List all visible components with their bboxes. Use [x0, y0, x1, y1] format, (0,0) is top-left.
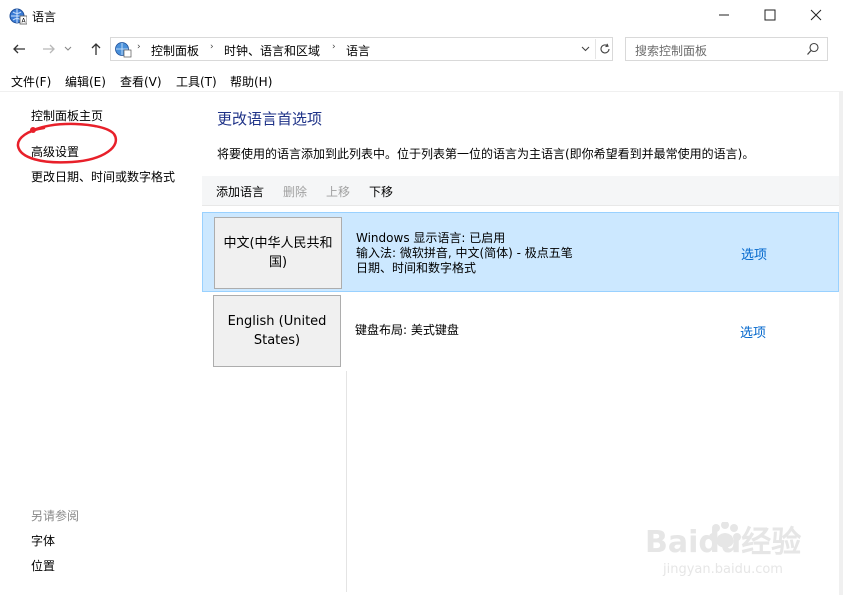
address-history-button[interactable] [577, 41, 593, 57]
search-input[interactable]: 搜索控制面板 [625, 37, 828, 61]
address-row: › 控制面板 › 时钟、语言和区域 › 语言 搜索控制面板 [0, 32, 843, 66]
language-details: 键盘布局: 美式键盘 [355, 323, 459, 338]
watermark-url: jingyan.baidu.com [662, 562, 783, 577]
search-icon[interactable] [806, 42, 820, 56]
window-title: 语言 [32, 10, 57, 24]
baidu-jingyan-watermark: Baidu经验 jingyan.baidu.com [645, 522, 801, 577]
language-options-link[interactable]: 选项 [740, 322, 766, 341]
move-up-button[interactable]: 上移 [326, 183, 350, 200]
close-icon [810, 9, 822, 21]
breadcrumb-language[interactable]: 语言 [346, 42, 370, 59]
menu-edit[interactable]: 编辑(E) [65, 73, 106, 90]
maximize-icon [764, 9, 776, 21]
chevron-down-icon [64, 46, 72, 51]
control-panel-icon [115, 42, 132, 58]
up-button[interactable] [86, 39, 106, 59]
red-circle-annotation [16, 122, 117, 164]
language-detail-line: 键盘布局: 美式键盘 [355, 323, 459, 337]
close-button[interactable] [793, 0, 839, 30]
breadcrumb-separator-icon[interactable]: › [332, 42, 336, 52]
language-name-tile[interactable]: English (United States) [213, 295, 341, 367]
chevron-down-icon [581, 46, 589, 52]
breadcrumb-separator-icon[interactable]: › [210, 42, 214, 52]
maximize-button[interactable] [747, 0, 793, 30]
fonts-link[interactable]: 字体 [31, 532, 55, 549]
language-details: Windows 显示语言: 已启用 输入法: 微软拼音, 中文(简体) - 极点… [356, 231, 573, 276]
menu-bar: 文件(F) 编辑(E) 查看(V) 工具(T) 帮助(H) [0, 68, 843, 92]
language-detail-line: 输入法: 微软拼音, 中文(简体) - 极点五笔 [356, 246, 573, 260]
language-row[interactable]: 中文(中华人民共和国) Windows 显示语言: 已启用 输入法: 微软拼音,… [202, 212, 839, 292]
language-globe-icon: A [9, 8, 27, 25]
refresh-button[interactable] [595, 39, 613, 59]
breadcrumb-control-panel[interactable]: 控制面板 [151, 42, 199, 59]
menu-file[interactable]: 文件(F) [11, 73, 51, 90]
minimize-button[interactable] [701, 0, 747, 30]
watermark-brand: Baidu经验 [645, 525, 801, 560]
language-detail-line: Windows 显示语言: 已启用 [356, 231, 506, 245]
refresh-icon [600, 43, 610, 54]
location-link[interactable]: 位置 [31, 557, 55, 574]
language-row[interactable]: English (United States) 键盘布局: 美式键盘 选项 [202, 291, 839, 371]
menu-view[interactable]: 查看(V) [120, 73, 162, 90]
change-date-time-format-link[interactable]: 更改日期、时间或数字格式 [31, 168, 175, 185]
breadcrumb-clock-language-region[interactable]: 时钟、语言和区域 [224, 42, 320, 59]
recent-locations-button[interactable] [62, 39, 74, 59]
window-edge [839, 92, 843, 595]
column-divider [346, 371, 347, 592]
menu-help[interactable]: 帮助(H) [230, 73, 272, 90]
title-bar: A 语言 [0, 0, 843, 32]
breadcrumb-separator-icon[interactable]: › [137, 42, 141, 52]
arrow-up-icon [91, 43, 101, 55]
language-toolbar: 添加语言 删除 上移 下移 [202, 176, 840, 206]
language-name-tile[interactable]: 中文(中华人民共和国) [214, 217, 342, 289]
language-detail-line: 日期、时间和数字格式 [356, 261, 477, 275]
forward-button[interactable] [39, 39, 59, 59]
address-bar[interactable]: › 控制面板 › 时钟、语言和区域 › 语言 [110, 37, 613, 61]
page-description: 将要使用的语言添加到此列表中。位于列表第一位的语言为主语言(即你希望看到并最常使… [217, 147, 755, 161]
language-options-link[interactable]: 选项 [741, 244, 767, 263]
arrow-right-icon [43, 44, 55, 54]
search-placeholder: 搜索控制面板 [635, 44, 708, 58]
see-also-heading: 另请参阅 [31, 509, 80, 523]
menu-tools[interactable]: 工具(T) [176, 73, 217, 90]
page-title: 更改语言首选项 [217, 110, 323, 128]
arrow-left-icon [13, 44, 25, 54]
minimize-icon [719, 14, 729, 16]
remove-button[interactable]: 删除 [283, 183, 307, 200]
back-button[interactable] [9, 39, 29, 59]
add-language-button[interactable]: 添加语言 [216, 183, 264, 200]
move-down-button[interactable]: 下移 [369, 183, 393, 200]
